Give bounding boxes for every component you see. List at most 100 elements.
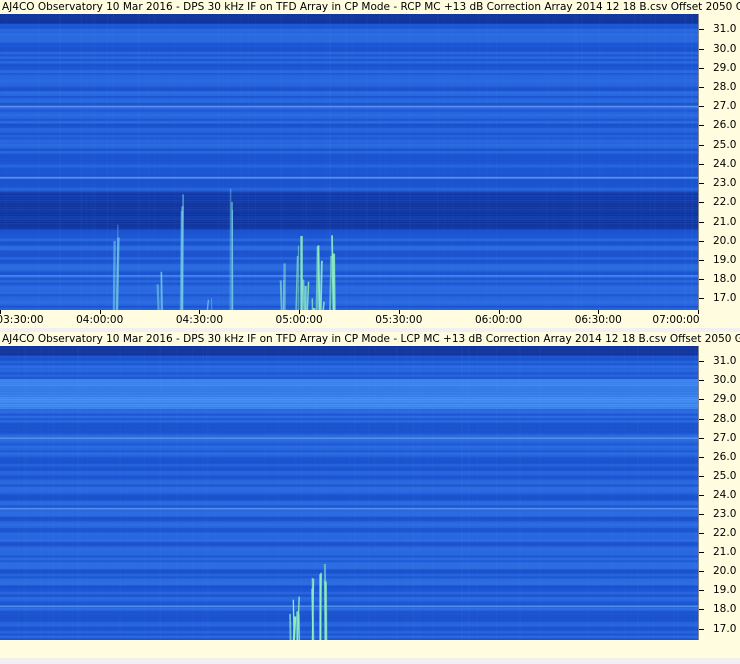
vertical-streak [458,14,459,310]
vertical-streak [3,14,4,310]
vertical-streak [586,346,588,640]
vertical-streak [572,14,573,310]
y-tick [699,144,704,146]
vertical-streak [695,346,697,640]
vertical-streak [157,14,158,310]
vertical-streak [40,14,41,310]
vertical-streak [125,346,126,640]
y-tick [699,221,704,223]
vertical-streak [55,14,56,310]
vertical-streak [601,14,603,310]
vertical-streak [558,14,559,310]
vertical-streak [469,14,470,310]
vertical-streak [396,346,398,640]
vertical-streak [546,14,548,310]
vertical-streak [5,14,7,310]
vertical-streak [511,346,512,640]
vertical-streak [59,14,61,310]
rcp-x-axis: 03:30:00 04:00:00 04:30:00 05:00:00 05:30:00… [0,310,740,328]
vertical-streak [652,346,654,640]
interference-line [0,508,698,510]
y-tick [699,125,704,127]
y-tick-label: 24.0 [713,488,737,501]
vertical-streak [685,14,687,310]
vertical-streak [122,346,123,640]
vertical-streak [598,346,599,640]
vertical-streak [177,346,179,640]
vertical-streak [351,14,353,310]
y-tick [699,552,704,554]
vertical-streak [617,346,618,640]
y-tick-label: 22.0 [713,196,737,209]
burst-stroke [319,260,323,310]
y-tick [699,571,704,573]
y-tick [699,399,704,401]
vertical-streak [415,346,417,640]
burst-stroke [315,246,319,310]
vertical-streak [86,346,88,640]
vertical-streak [40,346,42,640]
vertical-streak [474,346,475,640]
vertical-streak [665,346,666,640]
vertical-streak [295,346,297,640]
y-tick-label: 23.0 [713,508,737,520]
vertical-streak [72,346,74,640]
vertical-streak [127,14,128,310]
vertical-streak [663,14,665,310]
vertical-streak [594,346,596,640]
lcp-panel: AJ4CO Observatory 10 Mar 2016 - DPS 30 k… [0,332,740,664]
y-tick-label: 19.0 [713,584,737,597]
vertical-streak [95,14,97,310]
lcp-x-axis [0,640,740,658]
vertical-streak [619,14,620,310]
vertical-streak [475,346,476,640]
vertical-streak [144,346,146,640]
vertical-streak [634,14,636,310]
vertical-streak [626,346,627,640]
vertical-streak [81,346,83,640]
y-tick-label: 31.0 [713,23,737,36]
rcp-heatmap-svg [0,14,698,310]
vertical-streak [309,14,310,310]
vertical-streak [495,346,497,640]
vertical-streak [325,14,327,310]
vertical-streak [300,346,302,640]
y-tick [699,533,704,535]
top-dark-strip [0,14,698,24]
vertical-streak [120,346,121,640]
y-tick-label: 30.0 [713,374,737,387]
y-tick-label: 27.0 [713,100,737,113]
vertical-streak [26,346,28,640]
vertical-streak [8,346,9,640]
vertical-streak [476,346,478,640]
burst-stroke [322,301,325,310]
lcp-spectrogram [0,346,698,640]
vertical-streak [666,14,668,310]
y-tick-label: 18.0 [713,273,737,286]
vertical-streak [218,14,220,310]
y-tick-label: 27.0 [713,431,737,444]
vertical-streak [203,346,205,640]
y-tick-label: 17.0 [713,292,737,305]
vertical-streak [354,346,356,640]
y-tick [699,240,704,242]
vertical-streak [263,14,264,310]
vertical-streak [545,14,547,310]
y-tick-label: 26.0 [713,119,737,132]
burst-stroke [329,255,333,310]
vertical-streak [138,14,140,310]
y-tick [699,380,704,382]
vertical-streak [80,14,82,310]
vertical-streak [432,346,434,640]
vertical-streak [345,14,346,310]
vertical-streak [478,14,480,310]
vertical-streak [282,14,283,310]
x-tick-label: 03:30:00 [0,314,44,326]
vertical-streak [380,346,381,640]
vertical-streak [175,346,177,640]
y-tick [699,456,704,458]
vertical-streak [255,14,257,310]
vertical-streak [539,346,541,640]
vertical-streak [286,346,287,640]
vertical-streak [589,14,590,310]
